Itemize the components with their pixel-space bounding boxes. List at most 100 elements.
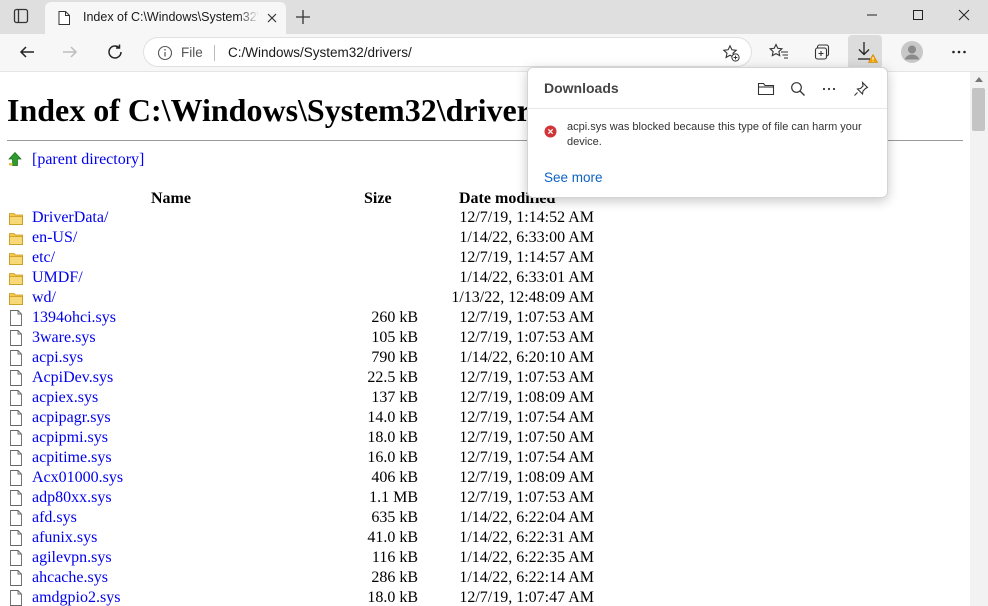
file-name-link[interactable]: ahcache.sys <box>32 569 108 587</box>
file-icon <box>9 310 23 326</box>
file-name-link[interactable]: afunix.sys <box>32 529 97 547</box>
file-name-link[interactable]: wd/ <box>32 289 56 307</box>
search-icon[interactable] <box>787 78 809 100</box>
minimize-icon[interactable] <box>849 0 895 30</box>
table-row: etc/12/7/19, 1:14:57 AM <box>0 248 970 268</box>
file-name-link[interactable]: UMDF/ <box>32 269 83 287</box>
page-title: Index of C:\Windows\System32\drivers\ <box>7 92 553 128</box>
file-icon <box>9 390 23 406</box>
table-row: DriverData/12/7/19, 1:14:52 AM <box>0 208 970 228</box>
file-date: 1/14/22, 6:22:31 AM <box>459 529 594 546</box>
file-date: 1/14/22, 6:33:00 AM <box>459 229 594 246</box>
more-icon[interactable] <box>945 38 973 66</box>
up-arrow-icon <box>8 151 22 166</box>
file-icon <box>9 450 23 466</box>
back-arrow-icon[interactable] <box>13 38 41 66</box>
vertical-scrollbar[interactable] <box>970 72 988 606</box>
close-icon[interactable] <box>941 0 987 30</box>
column-header-name[interactable]: Name <box>151 190 191 208</box>
table-row: UMDF/1/14/22, 6:33:01 AM <box>0 268 970 288</box>
file-name-link[interactable]: DriverData/ <box>32 209 108 227</box>
file-date: 1/14/22, 6:22:35 AM <box>459 549 594 566</box>
file-name-link[interactable]: 1394ohci.sys <box>32 309 116 327</box>
file-name-link[interactable]: acpipmi.sys <box>32 429 108 447</box>
file-size: 406 kB <box>371 469 418 486</box>
file-name-link[interactable]: Acx01000.sys <box>32 469 123 487</box>
file-icon <box>9 590 23 606</box>
file-date: 12/7/19, 1:14:57 AM <box>459 249 594 266</box>
file-name-link[interactable]: agilevpn.sys <box>32 549 112 567</box>
file-icon <box>9 430 23 446</box>
file-name-link[interactable]: amdgpio2.sys <box>32 589 120 606</box>
add-favorite-icon[interactable] <box>722 44 740 62</box>
file-name-link[interactable]: 3ware.sys <box>32 329 96 347</box>
folder-icon <box>9 230 23 246</box>
file-name-link[interactable]: AcpiDev.sys <box>32 369 113 387</box>
file-size: 1.1 MB <box>369 489 418 506</box>
maximize-icon[interactable] <box>895 0 941 30</box>
favorites-icon[interactable] <box>765 38 793 66</box>
folder-icon[interactable] <box>755 78 777 100</box>
table-row: Acx01000.sys 406 kB 12/7/19, 1:08:09 AM <box>0 468 970 488</box>
forward-arrow-icon[interactable] <box>56 38 84 66</box>
refresh-icon[interactable] <box>101 38 129 66</box>
window-menu-icon[interactable] <box>13 8 29 24</box>
close-icon[interactable] <box>263 9 281 27</box>
plus-icon[interactable] <box>292 6 314 28</box>
flyout-divider <box>528 108 887 109</box>
file-name-link[interactable]: acpitime.sys <box>32 449 112 467</box>
file-name-link[interactable]: adp80xx.sys <box>32 489 112 507</box>
file-date: 12/7/19, 1:08:09 AM <box>459 389 594 406</box>
table-row: acpi.sys 790 kB 1/14/22, 6:20:10 AM <box>0 348 970 368</box>
file-name-link[interactable]: en-US/ <box>32 229 77 247</box>
file-name-link[interactable]: acpipagr.sys <box>32 409 111 427</box>
file-icon <box>9 550 23 566</box>
file-date: 12/7/19, 1:07:54 AM <box>459 409 594 426</box>
file-date: 12/7/19, 1:08:09 AM <box>459 469 594 486</box>
file-date: 12/7/19, 1:07:50 AM <box>459 429 594 446</box>
scheme-label: File <box>181 45 203 60</box>
file-name-link[interactable]: afd.sys <box>32 509 77 527</box>
file-date: 1/14/22, 6:20:10 AM <box>459 349 594 366</box>
file-size: 16.0 kB <box>367 449 418 466</box>
url-text[interactable]: C:/Windows/System32/drivers/ <box>228 45 412 60</box>
file-date: 12/7/19, 1:14:52 AM <box>459 209 594 226</box>
column-header-size[interactable]: Size <box>364 190 392 208</box>
active-tab[interactable]: Index of C:\Windows\System32\drivers/ <box>45 2 286 34</box>
download-blocked-message: acpi.sys was blocked because this type o… <box>567 121 862 148</box>
download-warning-icon[interactable] <box>848 35 882 69</box>
info-icon[interactable] <box>157 45 173 61</box>
file-name-link[interactable]: acpi.sys <box>32 349 83 367</box>
address-bar[interactable]: File C:/Windows/System32/drivers/ <box>143 37 752 67</box>
address-separator <box>214 45 215 61</box>
file-icon <box>9 410 23 426</box>
more-icon[interactable] <box>818 78 840 100</box>
scrollbar-thumb[interactable] <box>972 88 985 131</box>
parent-directory-label[interactable]: [parent directory] <box>32 151 144 169</box>
table-row: wd/1/13/22, 12:48:09 AM <box>0 288 970 308</box>
file-icon <box>9 370 23 386</box>
folder-icon <box>9 250 23 266</box>
file-size: 14.0 kB <box>367 409 418 426</box>
file-icon <box>9 470 23 486</box>
see-more-link[interactable]: See more <box>544 170 603 185</box>
file-date: 12/7/19, 1:07:47 AM <box>459 589 594 606</box>
file-name-link[interactable]: acpiex.sys <box>32 389 98 407</box>
table-row: acpiex.sys 137 kB 12/7/19, 1:08:09 AM <box>0 388 970 408</box>
table-row: adp80xx.sys 1.1 MB 12/7/19, 1:07:53 AM <box>0 488 970 508</box>
pin-icon[interactable] <box>850 78 872 100</box>
file-size: 22.5 kB <box>367 369 418 386</box>
error-icon <box>544 125 557 138</box>
scroll-up-icon[interactable] <box>975 77 983 82</box>
profile-icon[interactable] <box>898 38 926 66</box>
file-icon <box>9 530 23 546</box>
file-size: 286 kB <box>371 569 418 586</box>
file-date: 1/13/22, 12:48:09 AM <box>451 289 594 306</box>
collections-icon[interactable] <box>809 38 837 66</box>
file-date: 12/7/19, 1:07:53 AM <box>459 309 594 326</box>
table-row: acpitime.sys 16.0 kB 12/7/19, 1:07:54 AM <box>0 448 970 468</box>
file-size: 790 kB <box>371 349 418 366</box>
tab-title: Index of C:\Windows\System32\drivers/ <box>83 10 259 24</box>
downloads-title: Downloads <box>544 80 619 96</box>
file-name-link[interactable]: etc/ <box>32 249 55 267</box>
